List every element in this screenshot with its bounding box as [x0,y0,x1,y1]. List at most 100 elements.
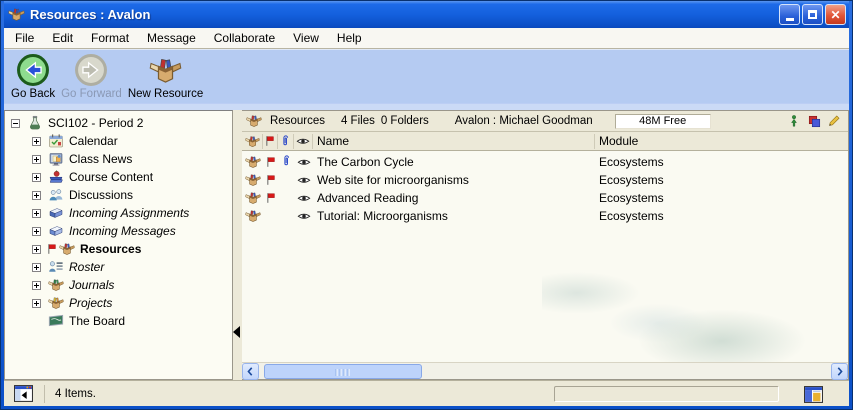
flag-icon [265,174,277,187]
maximize-button[interactable] [802,4,823,25]
tree-item-projects[interactable]: Projects [5,294,232,312]
expand-toggle-icon[interactable] [32,245,41,254]
resource-box-icon [246,113,262,129]
expand-toggle-icon[interactable] [32,173,41,182]
scrollbar-track[interactable] [259,363,831,380]
files-count: 4 Files [341,115,375,127]
panel-splitter[interactable] [233,110,242,380]
tree-item-incoming-assignments[interactable]: Incoming Assignments [5,204,232,222]
close-button[interactable]: ✕ [825,4,846,25]
expand-toggle-icon[interactable] [32,227,41,236]
column-module[interactable]: Module [595,134,848,149]
tree-item-discussions[interactable]: Discussions [5,186,232,204]
file-module: Ecosystems [595,207,848,225]
watermark-image [542,263,832,362]
scroll-right-button[interactable] [831,363,848,380]
go-forward-button[interactable]: Go Forward [58,51,125,102]
pencil-icon[interactable] [826,113,842,129]
tree-item-label: Course Content [69,170,153,184]
window-controls: ✕ [779,4,846,25]
new-resource-button[interactable]: New Resource [125,51,206,102]
person-icon[interactable] [786,113,802,129]
menu-item-collaborate[interactable]: Collaborate [205,29,284,47]
file-module: Ecosystems [595,153,848,171]
app-window: Resources : Avalon ✕ FileEditFormatMessa… [0,0,853,410]
assignments-icon [48,205,65,221]
menu-item-view[interactable]: View [284,29,328,47]
scroll-left-button[interactable] [242,363,259,380]
messages-icon [48,223,65,239]
collapse-toggle-icon[interactable] [11,119,20,128]
tree-item-calendar[interactable]: Calendar [5,132,232,150]
tree-item-label: Incoming Assignments [69,206,189,220]
menu-item-edit[interactable]: Edit [43,29,82,47]
eye-icon[interactable] [294,134,313,149]
menu-item-message[interactable]: Message [138,29,205,47]
eye-icon[interactable] [297,175,311,186]
tree-item-roster[interactable]: Roster [5,258,232,276]
go-back-icon [15,52,51,88]
roster-icon [48,259,65,275]
file-counts: 4 Files 0 Folders [341,115,429,127]
horizontal-scrollbar[interactable] [242,362,848,379]
tree-item-label: Projects [69,296,112,310]
free-space-indicator: 48M Free [615,114,711,129]
layout-view-button[interactable] [801,384,825,404]
resource-box-icon [245,172,261,188]
eye-icon[interactable] [297,193,311,204]
expand-toggle-icon[interactable] [32,191,41,200]
file-row[interactable]: Web site for microorganismsEcosystems [242,171,848,189]
go-back-label: Go Back [11,89,55,101]
expand-toggle-icon[interactable] [32,155,41,164]
tree-item-sci102-period-2[interactable]: SCI102 - Period 2 [5,114,232,132]
tree-item-incoming-messages[interactable]: Incoming Messages [5,222,232,240]
minimize-button[interactable] [779,4,800,25]
tree-item-label: Journals [69,278,114,292]
expand-toggle-icon[interactable] [32,137,41,146]
flag-icon[interactable] [263,134,278,149]
tree-item-label: SCI102 - Period 2 [48,116,143,130]
tree-item-course-content[interactable]: Course Content [5,168,232,186]
eye-icon[interactable] [297,211,311,222]
collapse-panel-arrow-icon[interactable] [233,326,240,338]
column-header: Name Module [242,132,848,151]
tree-item-the-board[interactable]: The Board [5,312,232,330]
tree-item-journals[interactable]: Journals [5,276,232,294]
column-name[interactable]: Name [313,134,595,149]
file-row[interactable]: The Carbon CycleEcosystems [242,153,848,171]
expand-toggle-icon[interactable] [32,281,41,290]
items-count: 4 Items. [55,388,96,400]
menu-item-format[interactable]: Format [82,29,138,47]
menu-item-help[interactable]: Help [328,29,371,47]
paperclip-icon[interactable] [278,134,294,149]
toolbar-strip [4,103,849,110]
scrollbar-thumb[interactable] [264,364,422,379]
minimize-icon [786,18,794,21]
file-row[interactable]: Advanced ReadingEcosystems [242,189,848,207]
menu-item-file[interactable]: File [6,29,43,47]
file-row[interactable]: Tutorial: MicroorganismsEcosystems [242,207,848,225]
eye-icon[interactable] [297,157,311,168]
close-icon: ✕ [830,9,840,21]
expand-toggle-icon[interactable] [32,299,41,308]
expand-toggle-icon[interactable] [32,209,41,218]
file-panel: Resources 4 Files 0 Folders Avalon : Mic… [242,110,849,380]
go-forward-icon [73,52,109,88]
journals-icon [48,277,65,293]
tree-item-resources[interactable]: Resources [5,240,232,258]
resource-box-icon[interactable] [242,134,263,149]
content-icon [48,169,65,185]
title-bar[interactable]: Resources : Avalon ✕ [4,1,849,28]
tree-item-class-news[interactable]: Class News [5,150,232,168]
statusbar-field [554,386,779,402]
toggle-tree-panel-button[interactable] [10,384,36,404]
file-name: Tutorial: Microorganisms [313,207,595,225]
info-bar: Resources 4 Files 0 Folders Avalon : Mic… [242,111,848,132]
expand-toggle-icon[interactable] [32,263,41,272]
flag-icon [46,243,58,256]
pane-title: Resources [270,115,325,127]
copy-icon[interactable] [806,113,822,129]
go-back-button[interactable]: Go Back [8,51,58,102]
tree-item-label: Roster [69,260,104,274]
menu-bar: FileEditFormatMessageCollaborateViewHelp [4,28,849,49]
